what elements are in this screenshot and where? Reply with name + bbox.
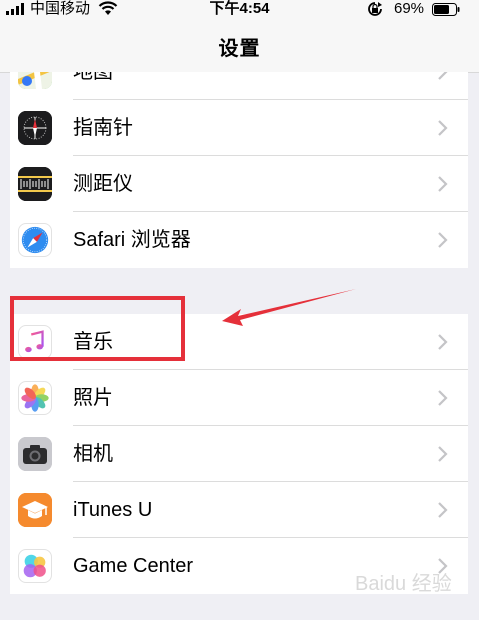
battery-icon [432,3,460,16]
settings-row-label: 测距仪 [73,173,133,195]
itunes-u-icon [18,493,52,527]
settings-row-label: Safari 浏览器 [73,229,191,251]
chevron-right-icon [438,502,448,518]
settings-row-label: 指南针 [73,117,133,139]
chevron-right-icon [438,120,448,136]
page-title: 设置 [218,38,261,60]
maps-icon [18,72,52,89]
settings-row-itunes-u[interactable]: iTunes U [10,482,468,538]
game-center-icon [18,549,52,583]
settings-row-safari[interactable]: Safari 浏览器 [10,212,468,268]
chevron-right-icon [438,334,448,350]
settings-row-label: iTunes U [73,499,153,521]
chevron-right-icon [438,390,448,406]
watermark: Baidu 经验 [355,573,452,595]
settings-row-label: 照片 [73,387,113,409]
photos-icon [18,381,52,415]
navigation-bar: 设置 [0,20,479,73]
settings-row-label: 相机 [73,443,113,465]
status-bar: 中国移动 下午4:54 69% [0,0,479,20]
ruler-icon [18,167,52,201]
compass-icon [18,111,52,145]
chevron-right-icon [438,446,448,462]
rotation-lock-icon [368,2,382,16]
annotation-highlight-box [10,296,185,361]
safari-icon [18,223,52,257]
battery-percentage: 69% [394,0,425,17]
settings-row-label: Game Center [73,555,194,577]
settings-row-photos[interactable]: 照片 [10,370,468,426]
settings-row-compass[interactable]: 指南针 [10,100,468,156]
settings-row-maps[interactable]: 地图 [10,72,468,100]
camera-icon [18,437,52,471]
settings-row-camera[interactable]: 相机 [10,426,468,482]
chevron-right-icon [438,232,448,248]
chevron-right-icon [438,72,448,80]
chevron-right-icon [438,176,448,192]
settings-row-label: 地图 [73,72,113,83]
settings-group-apps-1: 地图 指南针 测距仪 Safari 浏览器 [10,72,468,268]
settings-row-measure[interactable]: 测距仪 [10,156,468,212]
